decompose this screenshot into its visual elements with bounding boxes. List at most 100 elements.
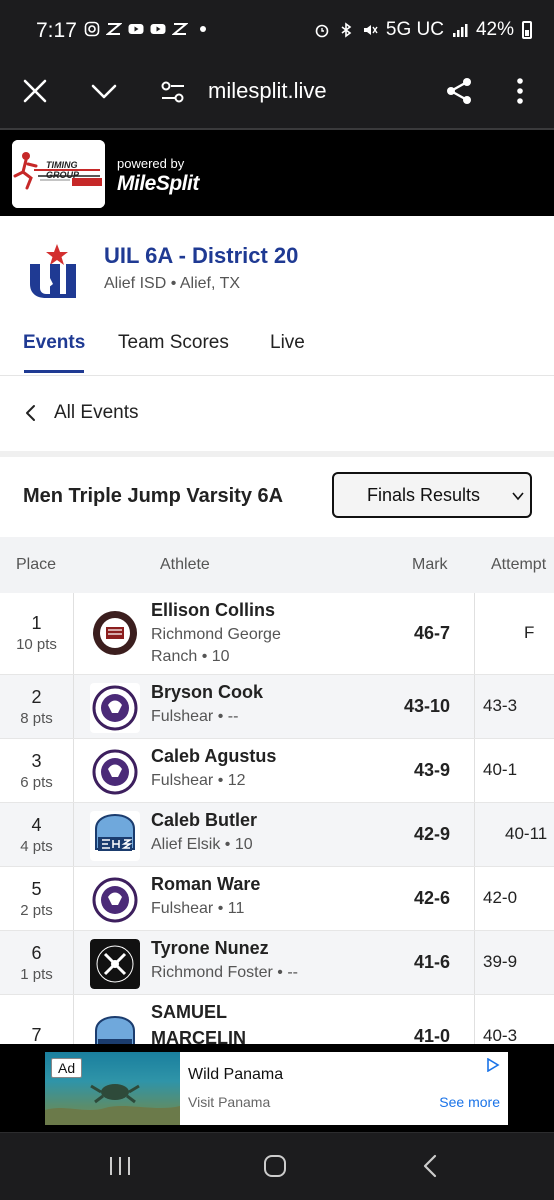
url-display[interactable]: milesplit.live	[208, 78, 327, 104]
notification-icons	[84, 21, 206, 37]
attempt-value: 43-3	[483, 696, 518, 715]
athlete-team: Richmond George	[151, 626, 281, 643]
header-banner: TIMING GROUP powered by MileSplit	[0, 132, 554, 216]
athlete-name[interactable]: Caleb Agustus	[151, 746, 276, 767]
table-row[interactable]: 3 6 pts Caleb Agustus Fulshear • 12 43-9…	[0, 739, 554, 803]
athlete-team: Richmond Foster • --	[151, 964, 298, 981]
youtube-icon	[150, 24, 166, 34]
athlete-team: Fulshear • --	[151, 708, 239, 725]
ad-container: Ad Wild Panama Visit Panama See more	[0, 1044, 554, 1132]
table-row[interactable]: 1 10 pts Ellison Collins Richmond George…	[0, 593, 554, 675]
active-tab-indicator	[24, 370, 84, 373]
header-place: Place	[16, 556, 57, 573]
adchoices-icon[interactable]	[486, 1058, 500, 1072]
place-cell: 4 4 pts	[0, 803, 74, 866]
close-icon[interactable]	[22, 78, 48, 104]
elsik-logo	[90, 811, 140, 861]
tab-live[interactable]: Live	[270, 332, 305, 354]
athlete-name[interactable]: SAMUEL	[151, 1002, 227, 1023]
ad-badge: Ad	[51, 1058, 83, 1078]
mark-value: 46-7	[413, 623, 450, 643]
header-attempt: Attempt	[491, 556, 547, 573]
table-row[interactable]: 5 2 pts Roman Ware Fulshear • 11 42-6 42…	[0, 867, 554, 931]
mark-value: 42-9	[413, 824, 450, 844]
site-settings-icon[interactable]	[160, 80, 186, 104]
athlete-name-line2[interactable]: MARCELIN	[151, 1028, 246, 1044]
table-row[interactable]: 6 1 pts Tyrone Nunez Richmond Foster • -…	[0, 931, 554, 995]
attempt-value: 39-9	[483, 952, 518, 971]
network-label: 5G UC	[385, 19, 444, 40]
timing-logo-text: TIMING GROUP	[46, 160, 80, 180]
attempt-cell: 40-3	[474, 995, 554, 1044]
attempt-value: 40-1	[483, 760, 518, 779]
mark-value: 43-10	[403, 696, 450, 716]
table-row[interactable]: 2 8 pts Bryson Cook Fulshear • -- 43-10 …	[0, 675, 554, 739]
attempt-value: F	[524, 623, 535, 642]
chevron-down-icon[interactable]	[90, 78, 118, 104]
status-time: 7:17	[36, 19, 77, 42]
system-nav-bar	[0, 1132, 554, 1200]
share-icon[interactable]	[444, 76, 474, 106]
fulshear-logo	[90, 875, 140, 925]
athlete-name[interactable]: Bryson Cook	[151, 682, 263, 703]
mute-icon	[363, 25, 378, 35]
ad-banner[interactable]: Ad Wild Panama Visit Panama See more	[45, 1052, 508, 1125]
header-mark: Mark	[412, 556, 448, 573]
athlete-name[interactable]: Roman Ware	[151, 874, 260, 895]
system-icons: 5G UC 42%	[314, 19, 532, 41]
tab-team-scores[interactable]: Team Scores	[118, 332, 229, 354]
back-icon[interactable]	[422, 1154, 438, 1178]
place-cell: 6 1 pts	[0, 931, 74, 994]
attempt-value: 42-0	[483, 888, 518, 907]
ad-see-more-button[interactable]: See more	[439, 1094, 500, 1110]
meet-location: Alief ISD • Alief, TX	[104, 275, 241, 292]
more-vert-icon[interactable]	[510, 76, 530, 106]
instagram-icon	[84, 21, 100, 37]
place-number: 2	[31, 687, 42, 707]
table-row[interactable]: 4 4 pts Caleb Butler Alief Elsik • 10 42…	[0, 803, 554, 867]
attempt-cell: F	[474, 593, 554, 674]
round-select[interactable]: Finals Results	[332, 472, 532, 518]
table-row[interactable]: 7 SAMUEL MARCELIN 41-0 40-3	[0, 995, 554, 1044]
place-number: 5	[31, 879, 42, 899]
foster-logo	[90, 939, 140, 989]
place-number: 4	[31, 815, 42, 835]
place-points: 8 pts	[20, 710, 53, 727]
header-athlete: Athlete	[160, 556, 210, 573]
event-title: Men Triple Jump Varsity 6A	[23, 485, 284, 507]
browser-toolbar: milesplit.live	[0, 62, 554, 130]
timing-group-logo[interactable]: TIMING GROUP	[12, 140, 105, 208]
signal-icon	[452, 24, 468, 37]
place-cell: 7	[0, 995, 74, 1044]
meet-header: UIL 6A - District 20 Alief ISD • Alief, …	[0, 216, 554, 376]
place-points: 1 pts	[20, 966, 53, 983]
app-x-icon	[106, 23, 122, 35]
ad-title[interactable]: Wild Panama	[188, 1066, 283, 1084]
place-cell: 5 2 pts	[0, 867, 74, 930]
mark-value: 43-9	[413, 760, 450, 780]
place-cell: 2 8 pts	[0, 675, 74, 738]
place-cell: 1 10 pts	[0, 593, 74, 674]
all-events-link[interactable]: All Events	[0, 376, 554, 451]
athlete-team: Fulshear • 11	[151, 900, 245, 917]
place-points: 10 pts	[16, 636, 57, 653]
recents-icon[interactable]	[108, 1155, 132, 1177]
meet-tabs: Events Team Scores Live	[0, 330, 554, 374]
home-icon[interactable]	[263, 1154, 287, 1178]
attempt-value: 40-3	[483, 1026, 518, 1044]
athlete-name[interactable]: Tyrone Nunez	[151, 938, 269, 959]
attempt-value: 40-11	[505, 824, 548, 843]
tab-events[interactable]: Events	[23, 332, 85, 354]
more-notifications-dot	[200, 26, 206, 32]
chevron-down-icon	[512, 492, 524, 501]
milesplit-logo[interactable]: MileSplit	[117, 172, 199, 196]
battery-percent: 42%	[475, 19, 514, 40]
place-number: 6	[31, 943, 42, 963]
attempt-cell: 43-3	[474, 675, 554, 738]
youtube-icon	[128, 24, 144, 34]
place-cell: 3 6 pts	[0, 739, 74, 802]
athlete-name[interactable]: Ellison Collins	[151, 600, 275, 621]
athlete-name[interactable]: Caleb Butler	[151, 810, 257, 831]
attempt-cell: 40-1	[474, 739, 554, 802]
round-select-value: Finals Results	[367, 485, 481, 505]
